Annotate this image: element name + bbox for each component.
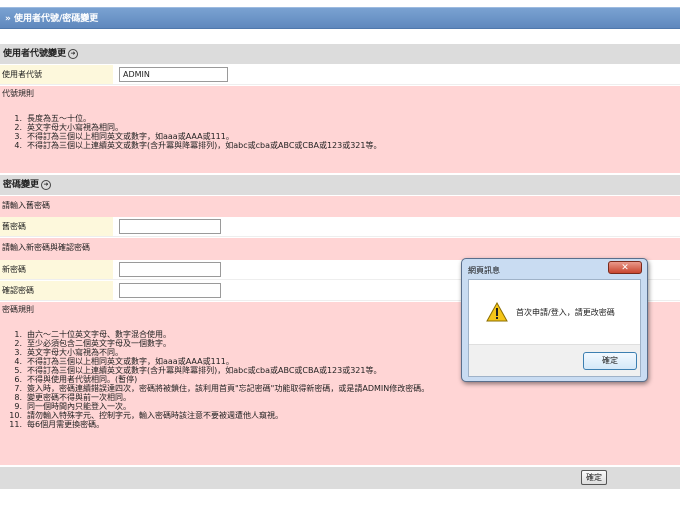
dialog-ok-button[interactable]: 確定 <box>583 352 637 370</box>
dialog-close-button[interactable]: ✕ <box>608 261 642 274</box>
list-item: 9. 同一個時間內只能登入一次。 <box>0 402 429 411</box>
list-number: 11. <box>9 420 22 429</box>
page-title: » 使用者代號/密碼變更 <box>5 14 99 24</box>
list-text: 不得訂為三個以上相同英文或數字，如aaa或AAA或111。 <box>27 357 234 366</box>
list-item: 2. 英文字母大小寫視為相同。 <box>0 123 382 132</box>
dialog-message: 首次申請/登入，請更改密碼 <box>516 308 615 317</box>
old-password-prompt-box: 請輸入舊密碼 <box>0 196 680 217</box>
warning-icon <box>486 302 508 322</box>
list-number: 8. <box>14 393 22 402</box>
userid-input[interactable]: ADMIN <box>119 67 228 82</box>
password-rules-list: 1. 由六～二十位英文字母、數字混合使用。 2. 至少必須包含二個英文字母及一個數字… <box>0 330 429 429</box>
list-text: 長度為五～十位。 <box>27 114 91 123</box>
list-item: 2. 至少必須包含二個英文字母及一個數字。 <box>0 339 429 348</box>
list-number: 2. <box>14 339 22 348</box>
new-password-prompt: 請輸入新密碼與確認密碼 <box>2 243 90 252</box>
list-text: 簽入時，密碼連續錯誤達四次，密碼將被鎖住，該利用首頁"忘記密碼"功能取得新密碼，… <box>27 384 430 393</box>
list-number: 4. <box>14 141 22 150</box>
list-item: 5. 不得訂為三個以上連續英文或數字(含升冪與降冪排列)，如abc或cba或ABC… <box>0 366 429 375</box>
list-item: 8. 變更密碼不得與前一次相同。 <box>0 393 429 402</box>
footer-bar <box>0 467 680 489</box>
list-item: 3. 不得訂為三個以上相同英文或數字，如aaa或AAA或111。 <box>0 132 382 141</box>
list-text: 至少必須包含二個英文字母及一個數字。 <box>27 339 171 348</box>
list-number: 10. <box>9 411 22 420</box>
old-password-row: 舊密碼 <box>0 217 680 237</box>
list-text: 同一個時間內只能登入一次。 <box>27 402 131 411</box>
list-text: 每6個月需更換密碼。 <box>27 420 105 429</box>
userid-label: 使用者代號 <box>0 65 113 84</box>
userid-section-heading: 使用者代號變更 ➜ <box>0 44 680 64</box>
list-item: 11. 每6個月需更換密碼。 <box>0 420 429 429</box>
list-number: 7. <box>14 384 22 393</box>
confirm-password-label: 確認密碼 <box>0 281 113 300</box>
dialog-title: 網頁訊息 <box>468 266 500 275</box>
list-number: 1. <box>14 330 22 339</box>
page-title-bar: » 使用者代號/密碼變更 <box>0 7 680 29</box>
new-password-label: 新密碼 <box>0 260 113 279</box>
message-dialog: 網頁訊息 ✕ 首次申請/登入，請更改密碼 確定 <box>461 258 648 382</box>
list-item: 6. 不得與使用者代號相同。(暫停) <box>0 375 429 384</box>
old-password-label: 舊密碼 <box>0 217 113 236</box>
list-item: 1. 長度為五～十位。 <box>0 114 382 123</box>
list-text: 由六～二十位英文字母、數字混合使用。 <box>27 330 171 339</box>
confirm-password-input[interactable] <box>119 283 221 298</box>
list-number: 6. <box>14 375 22 384</box>
list-text: 不得與使用者代號相同。(暫停) <box>27 375 138 384</box>
list-text: 不得訂為三個以上相同英文或數字，如aaa或AAA或111。 <box>27 132 234 141</box>
userid-rules-box: 代號規則 1. 長度為五～十位。 2. 英文字母大小寫視為相同。 3. 不得訂為三個以… <box>0 86 680 173</box>
list-text: 英文字母大小寫視為相同。 <box>27 123 123 132</box>
old-password-prompt: 請輸入舊密碼 <box>2 201 50 210</box>
userid-section-title: 使用者代號變更 <box>3 49 67 59</box>
list-item: 4. 不得訂為三個以上連續英文或數字(含升冪與降冪排列)，如abc或cba或ABC… <box>0 141 382 150</box>
arrow-circle-icon[interactable]: ➜ <box>68 49 79 59</box>
arrow-circle-icon[interactable]: ➜ <box>41 180 52 190</box>
password-section-heading: 密碼變更 ➜ <box>0 175 680 195</box>
list-text: 不得訂為三個以上連續英文或數字(含升冪與降冪排列)，如abc或cba或ABC或C… <box>27 366 382 375</box>
list-number: 5. <box>14 366 22 375</box>
list-text: 不得訂為三個以上連續英文或數字(含升冪與降冪排列)，如abc或cba或ABC或C… <box>27 141 382 150</box>
list-text: 變更密碼不得與前一次相同。 <box>27 393 131 402</box>
list-text: 請勿輸入特殊字元、控制字元，輸入密碼時該注意不要被週遭他人窺視。 <box>27 411 283 420</box>
list-item: 4. 不得訂為三個以上相同英文或數字，如aaa或AAA或111。 <box>0 357 429 366</box>
new-password-prompt-box: 請輸入新密碼與確認密碼 <box>0 238 680 260</box>
userid-row: 使用者代號 ADMIN <box>0 65 680 85</box>
list-number: 3. <box>14 132 22 141</box>
list-number: 3. <box>14 348 22 357</box>
list-text: 英文字母大小寫視為不同。 <box>27 348 123 357</box>
list-item: 10. 請勿輸入特殊字元、控制字元，輸入密碼時該注意不要被週遭他人窺視。 <box>0 411 429 420</box>
list-item: 1. 由六～二十位英文字母、數字混合使用。 <box>0 330 429 339</box>
list-number: 1. <box>14 114 22 123</box>
password-rules-title: 密碼規則 <box>2 305 34 314</box>
password-section-title: 密碼變更 <box>3 180 40 190</box>
list-number: 4. <box>14 357 22 366</box>
dialog-body: 首次申請/登入，請更改密碼 確定 <box>468 279 641 377</box>
new-password-input[interactable] <box>119 262 221 277</box>
list-number: 2. <box>14 123 22 132</box>
confirm-button[interactable]: 確定 <box>581 470 607 485</box>
userid-rules-list: 1. 長度為五～十位。 2. 英文字母大小寫視為相同。 3. 不得訂為三個以上相同英文… <box>0 114 382 150</box>
dialog-footer: 確定 <box>469 344 640 376</box>
list-item: 7. 簽入時，密碼連續錯誤達四次，密碼將被鎖住，該利用首頁"忘記密碼"功能取得新密… <box>0 384 429 393</box>
list-item: 3. 英文字母大小寫視為不同。 <box>0 348 429 357</box>
list-number: 9. <box>14 402 22 411</box>
old-password-input[interactable] <box>119 219 221 234</box>
userid-rules-title: 代號規則 <box>2 89 34 98</box>
